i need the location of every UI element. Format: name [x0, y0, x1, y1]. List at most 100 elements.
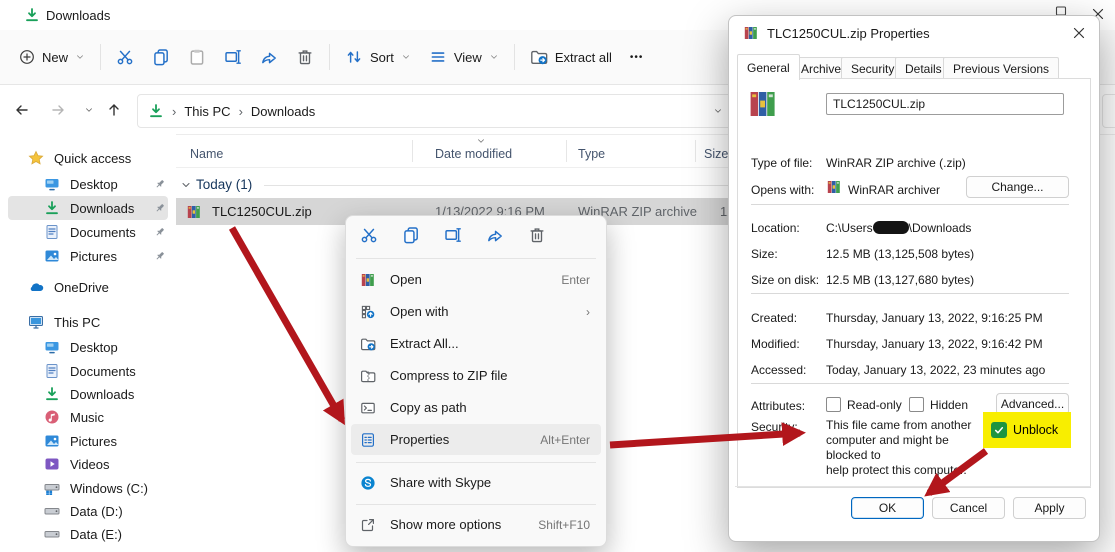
menu-item-show-more-options[interactable]: Show more options Shift+F10 [351, 509, 601, 540]
windows-drive-icon [44, 480, 60, 496]
paste-button[interactable] [179, 42, 215, 72]
menu-item-copy-as-path[interactable]: Copy as path [351, 392, 601, 423]
sort-button[interactable]: Sort [336, 42, 420, 72]
address-bar[interactable]: › This PC › Downloads [137, 94, 734, 128]
history-chevron-icon[interactable] [84, 105, 94, 115]
sidebar-item-downloads-qa[interactable]: Downloads [8, 196, 168, 220]
breadcrumb-this-pc[interactable]: This PC [184, 104, 230, 119]
redacted-username [873, 221, 909, 234]
plus-circle-icon [19, 49, 35, 65]
header-divider [176, 167, 737, 168]
column-header-type[interactable]: Type [578, 147, 605, 161]
dialog-title: TLC1250CUL.zip Properties [767, 26, 930, 41]
extract-all-button[interactable]: Extract all [521, 42, 621, 72]
onedrive-cloud-icon [28, 279, 44, 295]
menu-item-open[interactable]: Open Enter [351, 264, 601, 295]
sidebar-item-pictures-pc[interactable]: Pictures [8, 429, 168, 453]
video-icon [44, 456, 60, 472]
sidebar-item-this-pc[interactable]: This PC [8, 310, 168, 334]
sidebar-item-videos[interactable]: Videos [8, 452, 168, 476]
back-icon[interactable] [14, 102, 30, 118]
search-box-fragment[interactable] [1102, 94, 1115, 128]
cut-icon[interactable] [360, 226, 378, 244]
change-button[interactable]: Change... [966, 176, 1069, 198]
open-with-icon [360, 304, 376, 320]
size-on-disk-label: Size on disk: [751, 273, 819, 287]
download-icon [44, 200, 60, 216]
sidebar-item-data-e[interactable]: Data (E:) [8, 522, 168, 546]
unblock-checkbox[interactable] [991, 422, 1007, 438]
sidebar-item-desktop-qa[interactable]: Desktop [8, 172, 168, 196]
column-separator[interactable] [566, 140, 567, 162]
menu-item-extract-all[interactable]: Extract All... [351, 328, 601, 359]
menu-item-open-with[interactable]: Open with › [351, 296, 601, 327]
more-options-button[interactable]: ••• [621, 46, 653, 69]
cut-button[interactable] [107, 42, 143, 72]
share-icon[interactable] [486, 226, 504, 244]
column-header-name[interactable]: Name [190, 147, 223, 161]
address-dropdown-icon[interactable] [713, 106, 723, 116]
sidebar-item-onedrive[interactable]: OneDrive [8, 275, 168, 299]
breadcrumb-downloads[interactable]: Downloads [251, 104, 315, 119]
column-header-size[interactable]: Size [704, 147, 728, 161]
sidebar-item-pictures-qa[interactable]: Pictures [8, 244, 168, 268]
menu-item-share-with-skype[interactable]: Share with Skype [351, 467, 601, 498]
sidebar-item-downloads-pc[interactable]: Downloads [8, 382, 168, 406]
sidebar-item-music[interactable]: Music [8, 405, 168, 429]
delete-button[interactable] [287, 42, 323, 72]
sidebar-item-quick-access[interactable]: Quick access [8, 146, 168, 170]
picture-icon [44, 433, 60, 449]
dialog-close-icon[interactable] [1071, 25, 1087, 41]
drive-icon [44, 526, 60, 542]
column-header-date-modified[interactable]: Date modified [435, 147, 512, 161]
cancel-button[interactable]: Cancel [932, 497, 1005, 519]
copy-button[interactable] [143, 42, 179, 72]
pin-icon [154, 250, 166, 262]
menu-item-properties[interactable]: Properties Alt+Enter [351, 424, 601, 455]
document-icon [44, 363, 60, 379]
group-collapse-chevron-icon[interactable] [180, 179, 192, 191]
up-icon[interactable] [106, 102, 122, 118]
filename-input[interactable]: TLC1250CUL.zip [826, 93, 1064, 115]
properties-icon [360, 432, 376, 448]
screenshot-root: Downloads New [0, 0, 1115, 552]
sidebar-item-windows-c[interactable]: Windows (C:) [8, 476, 168, 500]
modified-value: Thursday, January 13, 2022, 9:16:42 PM [826, 337, 1043, 351]
copy-icon[interactable] [402, 226, 420, 244]
forward-icon[interactable] [50, 102, 66, 118]
readonly-checkbox[interactable]: Read-only [826, 397, 902, 412]
new-button[interactable]: New [10, 43, 94, 71]
accessed-label: Accessed: [751, 363, 806, 377]
pin-icon [154, 226, 166, 238]
share-icon [260, 48, 278, 66]
chevron-down-icon [489, 52, 499, 62]
sidebar-item-documents-qa[interactable]: Documents [8, 220, 168, 244]
tab-previous-versions[interactable]: Previous Versions [943, 57, 1059, 79]
sidebar-item-documents-pc[interactable]: Documents [8, 359, 168, 383]
chevron-down-icon [75, 52, 85, 62]
sidebar-item-data-d[interactable]: Data (D:) [8, 499, 168, 523]
opens-with-label: Opens with: [751, 183, 814, 197]
column-separator[interactable] [412, 140, 413, 162]
unblock-highlight: Unblock [983, 412, 1071, 448]
copy-icon [152, 48, 170, 66]
winrar-large-icon [747, 88, 779, 120]
zip-folder-icon [360, 368, 376, 384]
hidden-checkbox[interactable]: Hidden [909, 397, 968, 412]
tab-general[interactable]: General [737, 54, 800, 80]
view-button[interactable]: View [420, 42, 508, 72]
location-value: C:\Users\Downloads [826, 221, 971, 235]
menu-item-compress-zip[interactable]: Compress to ZIP file [351, 360, 601, 391]
sidebar-item-desktop-pc[interactable]: Desktop [8, 335, 168, 359]
ok-button[interactable]: OK [851, 497, 924, 519]
apply-button[interactable]: Apply [1013, 497, 1086, 519]
group-header-today[interactable]: Today (1) [196, 177, 252, 192]
desktop-icon [44, 176, 60, 192]
share-button[interactable] [251, 42, 287, 72]
column-separator[interactable] [695, 140, 696, 162]
menu-separator [356, 504, 596, 505]
rename-button[interactable] [215, 42, 251, 72]
trash-icon[interactable] [528, 226, 546, 244]
rename-icon[interactable] [444, 226, 462, 244]
shortcut-enter: Enter [561, 273, 590, 287]
